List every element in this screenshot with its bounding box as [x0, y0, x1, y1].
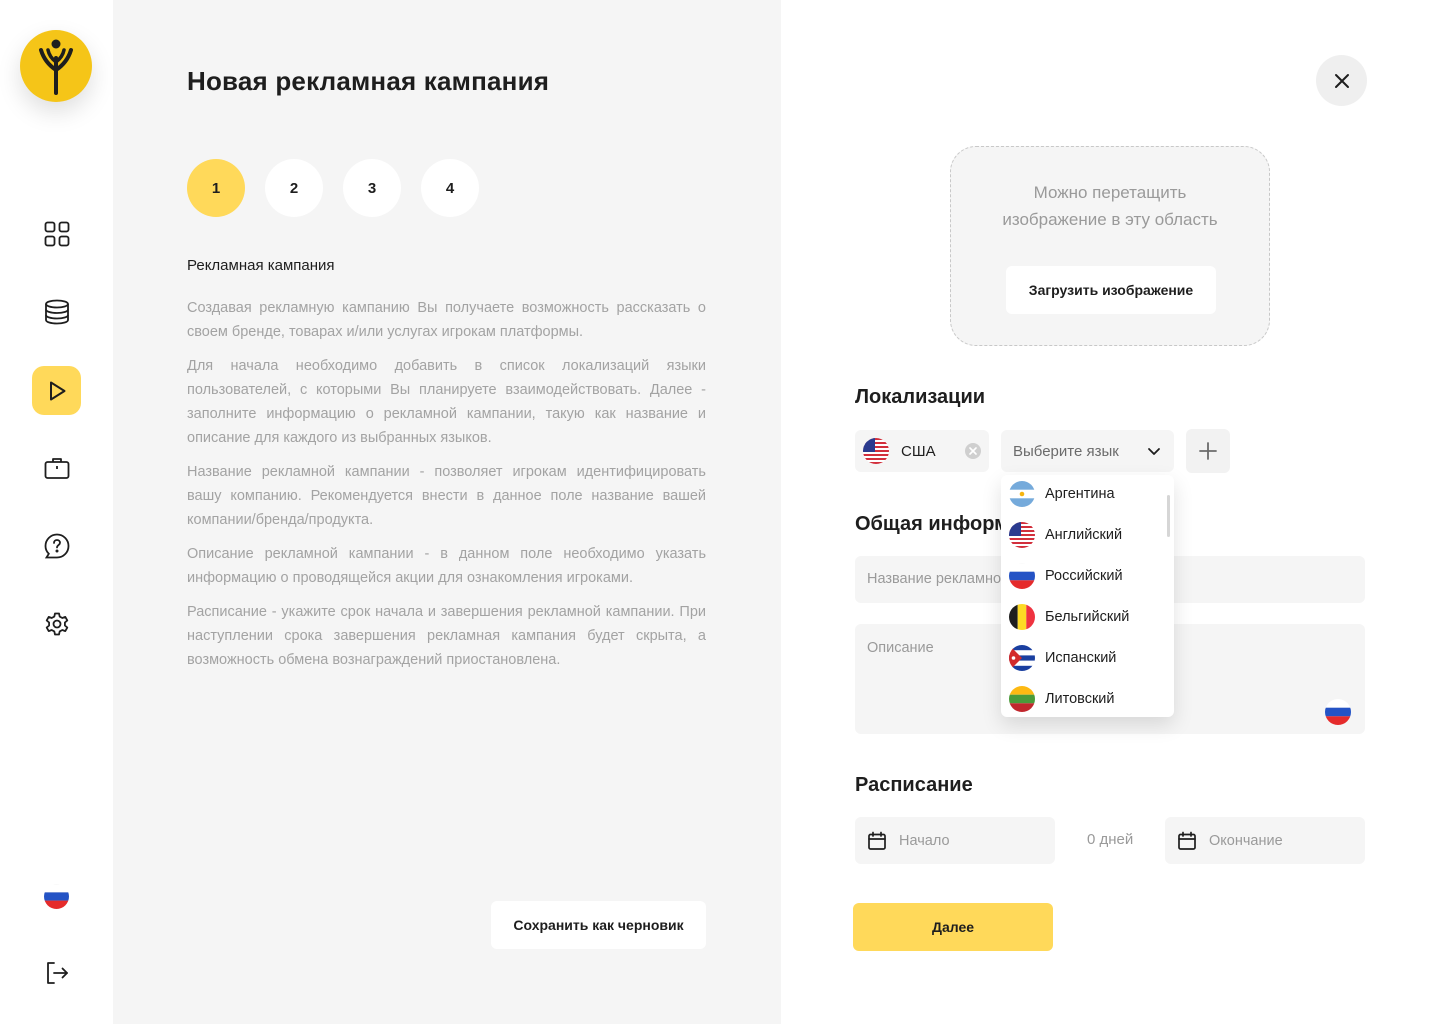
option-label: Английский [1045, 527, 1123, 543]
start-date-input[interactable]: Начало [855, 817, 1055, 864]
info-panel: Новая рекламная кампания 1 2 3 4 Рекламн… [113, 0, 781, 1024]
stepper: 1 2 3 4 [187, 159, 479, 217]
dropzone-hint: Можно перетащить изображение в эту облас… [1002, 183, 1218, 229]
option-label: Аргентина [1045, 486, 1115, 502]
option-russian[interactable]: Российский [1009, 561, 1123, 591]
plus-icon [1199, 442, 1217, 460]
remove-language-button[interactable] [965, 443, 981, 459]
language-flag-icon[interactable] [44, 884, 69, 909]
image-dropzone[interactable]: Можно перетащить изображение в эту облас… [950, 146, 1270, 346]
description-text: Создавая рекламную кампанию Вы получаете… [187, 296, 706, 682]
select-placeholder: Выберите язык [1013, 442, 1119, 460]
description-paragraph: Описание рекламной кампании - в данном п… [187, 546, 706, 586]
close-button[interactable] [1316, 55, 1367, 106]
nav-campaigns[interactable] [32, 366, 81, 415]
option-lithuanian[interactable]: Литовский [1009, 684, 1115, 714]
logout-icon [47, 962, 68, 984]
language-select[interactable]: Выберите язык [1001, 430, 1174, 472]
briefcase-icon [44, 457, 69, 479]
language-chip-usa: США [855, 430, 989, 472]
description-paragraph: Расписание - укажите срок начала и завер… [187, 604, 706, 668]
description-paragraph: Создавая рекламную кампанию Вы получаете… [187, 300, 706, 340]
calendar-icon [868, 831, 886, 850]
end-date-input[interactable]: Окончание [1165, 817, 1365, 864]
close-icon [1334, 73, 1349, 88]
save-draft-button[interactable]: Сохранить как черновик [491, 901, 706, 949]
logout-button[interactable] [42, 958, 72, 988]
end-date-placeholder: Окончание [1209, 832, 1283, 849]
chevron-down-icon [1148, 448, 1160, 455]
next-button[interactable]: Далее [853, 903, 1053, 951]
flag-lithuania-icon [1009, 686, 1035, 712]
nav-help[interactable] [32, 521, 81, 570]
tree-y-logo-icon [39, 39, 73, 95]
page-title: Новая рекламная кампания [187, 66, 550, 96]
app-logo[interactable] [20, 30, 92, 102]
flag-usa-icon [863, 438, 889, 464]
step-2[interactable]: 2 [265, 159, 323, 217]
nav-dashboard[interactable] [32, 209, 81, 258]
dropdown-scrollbar[interactable] [1167, 495, 1170, 537]
option-english[interactable]: Английский [1009, 520, 1122, 550]
help-chat-icon [44, 533, 69, 558]
gear-icon [45, 612, 68, 635]
option-label: Бельгийский [1045, 609, 1130, 625]
option-label: Российский [1045, 568, 1123, 584]
option-belgian[interactable]: Бельгийский [1009, 602, 1129, 632]
flag-usa-icon [1009, 522, 1035, 548]
step-3[interactable]: 3 [343, 159, 401, 217]
chip-label: США [901, 442, 936, 460]
nav-settings[interactable] [32, 599, 81, 648]
upload-image-button[interactable]: Загрузить изображение [1006, 266, 1216, 314]
grid-icon [44, 221, 69, 246]
step-4[interactable]: 4 [421, 159, 479, 217]
coins-stack-icon [44, 299, 69, 324]
duration-days: 0 дней [1087, 831, 1134, 848]
option-argentina[interactable]: Аргентина [1009, 479, 1115, 509]
add-language-button[interactable] [1186, 429, 1230, 473]
flag-belgium-icon [1009, 604, 1035, 630]
nav-briefcase[interactable] [32, 443, 81, 492]
step-1[interactable]: 1 [187, 159, 245, 217]
campaign-name-placeholder: Название рекламной [867, 571, 1010, 587]
close-small-icon [969, 447, 977, 455]
language-dropdown: Аргентина Английский Российский Бельгийс… [1001, 475, 1174, 717]
option-label: Литовский [1045, 691, 1115, 707]
flag-russia-icon [1009, 563, 1035, 589]
start-date-placeholder: Начало [899, 832, 950, 849]
description-paragraph: Для начала необходимо добавить в список … [187, 358, 706, 446]
flag-argentina-icon [1009, 481, 1035, 507]
flag-cuba-icon [1009, 645, 1035, 671]
general-info-title: Общая информ [855, 513, 1009, 535]
section-subtitle: Рекламная кампания [187, 257, 335, 274]
flag-russia-icon [1325, 699, 1351, 725]
play-icon [49, 381, 65, 400]
nav-database[interactable] [32, 287, 81, 336]
description-placeholder: Описание [867, 640, 934, 656]
localizations-title: Локализации [855, 386, 986, 408]
option-label: Испанский [1045, 650, 1117, 666]
calendar-icon [1178, 831, 1196, 850]
sidebar [0, 0, 113, 1024]
option-spanish[interactable]: Испанский [1009, 643, 1116, 673]
description-paragraph: Название рекламной кампании - позволяет … [187, 464, 706, 528]
schedule-title: Расписание [855, 774, 973, 796]
